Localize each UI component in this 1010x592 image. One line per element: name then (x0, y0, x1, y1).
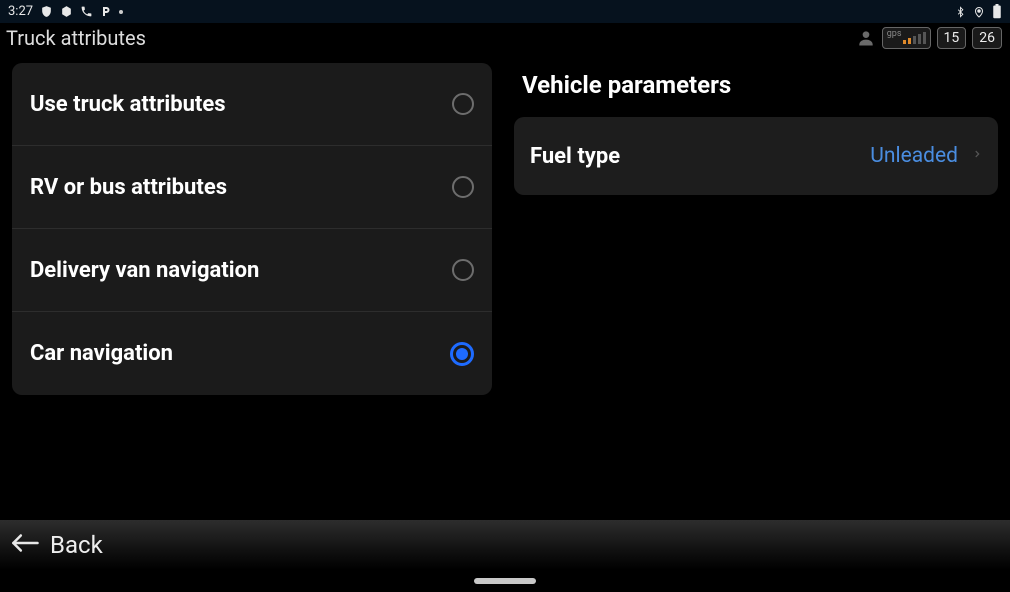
back-label: Back (50, 531, 103, 559)
radio-icon (452, 176, 474, 198)
gps-label: gps (887, 29, 902, 39)
dot-icon (119, 10, 123, 14)
gps-signal-badge: gps (882, 27, 931, 49)
nav-pill-icon[interactable] (474, 578, 536, 584)
vehicle-parameters-panel: Vehicle parameters Fuel type Unleaded (514, 63, 998, 520)
option-delivery-van-navigation[interactable]: Delivery van navigation (12, 229, 492, 312)
page-title: Truck attributes (6, 26, 146, 50)
section-title: Vehicle parameters (522, 71, 998, 99)
param-fuel-type[interactable]: Fuel type Unleaded (514, 117, 998, 195)
back-button[interactable]: Back (0, 520, 1010, 570)
battery-icon (992, 4, 1002, 19)
radio-icon (450, 342, 474, 366)
option-label: Use truck attributes (30, 92, 226, 117)
badge-a: 15 (937, 27, 967, 49)
chevron-right-icon (972, 146, 982, 166)
option-car-navigation[interactable]: Car navigation (12, 312, 492, 395)
radio-icon (452, 93, 474, 115)
title-row: Truck attributes gps 15 26 (0, 23, 1010, 53)
option-label: Delivery van navigation (30, 258, 259, 283)
bluetooth-icon (955, 5, 966, 19)
option-rv-or-bus-attributes[interactable]: RV or bus attributes (12, 146, 492, 229)
p-icon (100, 5, 112, 18)
android-nav-bar (0, 570, 1010, 592)
radio-icon (452, 259, 474, 281)
param-label: Fuel type (530, 144, 620, 169)
badge-b: 26 (972, 27, 1002, 49)
location-icon (973, 5, 985, 19)
status-time: 3:27 (8, 4, 33, 19)
mode-options-panel: Use truck attributes RV or bus attribute… (12, 63, 492, 520)
header-indicators: gps 15 26 (856, 27, 1002, 49)
content-area: Use truck attributes RV or bus attribute… (0, 53, 1010, 520)
option-label: RV or bus attributes (30, 175, 227, 200)
option-label: Car navigation (30, 341, 173, 366)
param-value: Unleaded (870, 144, 958, 168)
android-status-bar: 3:27 (0, 0, 1010, 23)
hexagon-icon (60, 5, 73, 18)
shield-icon (40, 5, 53, 18)
profile-icon[interactable] (856, 28, 876, 48)
phone-icon (80, 5, 93, 18)
back-arrow-icon (10, 532, 40, 558)
signal-bars-icon (903, 32, 926, 44)
option-use-truck-attributes[interactable]: Use truck attributes (12, 63, 492, 146)
